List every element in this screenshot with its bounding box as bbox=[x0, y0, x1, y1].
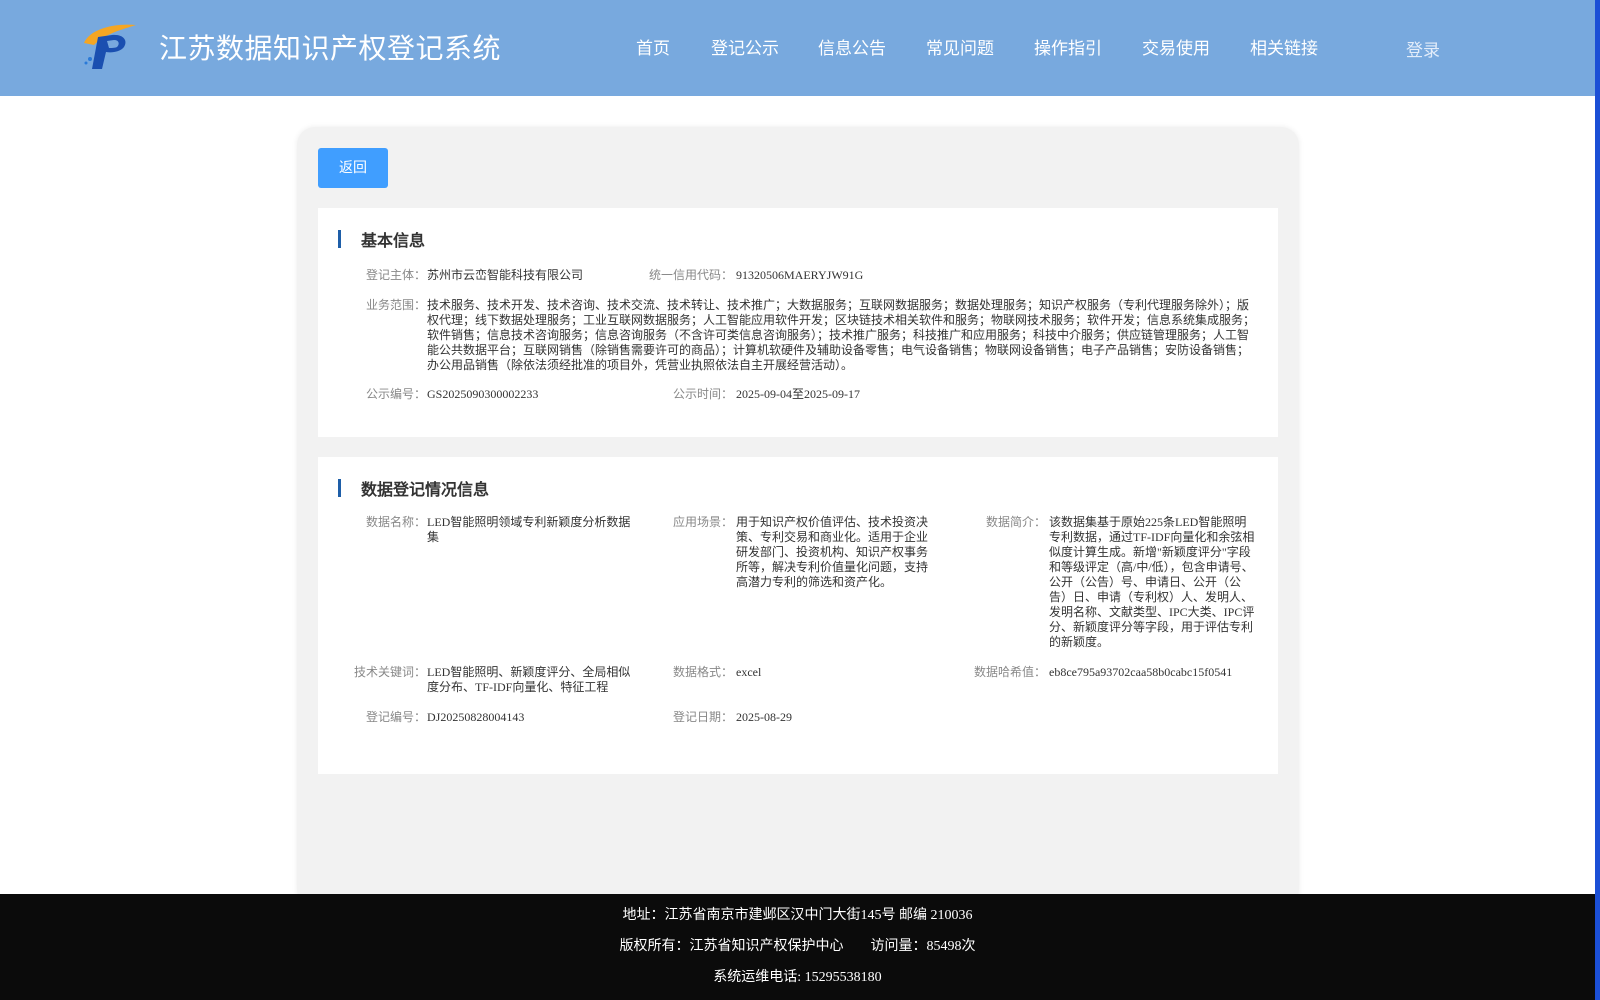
nav-faq[interactable]: 常见问题 bbox=[926, 34, 994, 59]
nav-related-links[interactable]: 相关链接 bbox=[1250, 34, 1318, 59]
basic-info-card: 基本信息 登记主体： 苏州市云峦智能科技有限公司 统一信用代码： 9132050… bbox=[318, 208, 1278, 437]
field-value: 91320506MAERYJW91G bbox=[736, 268, 864, 282]
field-value: 2025-09-04至2025-09-17 bbox=[736, 387, 860, 401]
top-header: 江苏数据知识产权登记系统 首页 登记公示 信息公告 常见问题 操作指引 交易使用… bbox=[0, 0, 1595, 96]
field-value: eb8ce795a93702caa58b0cabc15f0541 bbox=[1049, 665, 1233, 679]
nav-home[interactable]: 首页 bbox=[636, 34, 670, 59]
right-edge-strip bbox=[1595, 0, 1600, 1000]
nav-trade-use[interactable]: 交易使用 bbox=[1142, 34, 1210, 59]
field-label: 登记日期： bbox=[672, 710, 733, 724]
field-business-scope: 业务范围： 技术服务、技术开发、技术咨询、技术交流、技术转让、技术推广；大数据服… bbox=[318, 298, 1278, 374]
footer-copyright-line: 版权所有：江苏省知识产权保护中心 访问量：85498次 bbox=[0, 935, 1595, 955]
site-logo-icon[interactable] bbox=[80, 19, 140, 71]
section-title-registration: 数据登记情况信息 bbox=[361, 480, 490, 499]
nav-registration-notice[interactable]: 登记公示 bbox=[711, 34, 779, 59]
footer-visits: 访问量：85498次 bbox=[870, 939, 976, 954]
back-button[interactable]: 返回 bbox=[318, 148, 388, 188]
detail-panel: 返回 基本信息 登记主体： 苏州市云峦智能科技有限公司 统一信用代码： 9132… bbox=[297, 127, 1299, 907]
section-bar bbox=[338, 479, 341, 497]
field-label: 统一信用代码： bbox=[648, 268, 733, 282]
field-data-intro: 数据简介： 该数据集基于原始225条LED智能照明专利数据，通过TF-IDF向量… bbox=[318, 515, 1278, 655]
field-label: 业务范围： bbox=[365, 298, 426, 312]
field-data-hash: 数据哈希值： eb8ce795a93702caa58b0cabc15f0541 bbox=[318, 665, 1278, 681]
section-title-basic: 基本信息 bbox=[361, 231, 426, 250]
field-value: 该数据集基于原始225条LED智能照明专利数据，通过TF-IDF向量化和余弦相似… bbox=[1049, 515, 1255, 649]
site-title[interactable]: 江苏数据知识产权登记系统 bbox=[159, 27, 501, 67]
footer-address: 地址：江苏省南京市建邺区汉中门大街145号 邮编 210036 bbox=[622, 908, 973, 923]
footer-phone: 系统运维电话: 15295538180 bbox=[713, 970, 882, 985]
field-registration-date: 登记日期： 2025-08-29 bbox=[318, 710, 958, 726]
field-value: 技术服务、技术开发、技术咨询、技术交流、技术转让、技术推广；大数据服务；互联网数… bbox=[427, 298, 1256, 372]
nav-guide[interactable]: 操作指引 bbox=[1034, 34, 1102, 59]
field-label: 数据哈希值： bbox=[973, 665, 1046, 679]
field-credit-code: 统一信用代码： 91320506MAERYJW91G bbox=[318, 268, 1278, 284]
site-footer: 地址：江苏省南京市建邺区汉中门大街145号 邮编 210036 版权所有：江苏省… bbox=[0, 894, 1595, 1000]
nav-info-announcement[interactable]: 信息公告 bbox=[818, 34, 886, 59]
registration-info-card: 数据登记情况信息 数据名称： LED智能照明领域专利新颖度分析数据集 应用场景：… bbox=[318, 457, 1278, 774]
section-bar bbox=[338, 230, 341, 248]
field-label: 数据简介： bbox=[985, 515, 1046, 529]
field-label: 公示时间： bbox=[672, 387, 733, 401]
login-link[interactable]: 登录 bbox=[1406, 36, 1440, 61]
field-publication-time: 公示时间： 2025-09-04至2025-09-17 bbox=[318, 387, 1278, 403]
footer-copyright: 版权所有：江苏省知识产权保护中心 bbox=[619, 939, 844, 954]
field-value: 2025-08-29 bbox=[736, 710, 792, 724]
